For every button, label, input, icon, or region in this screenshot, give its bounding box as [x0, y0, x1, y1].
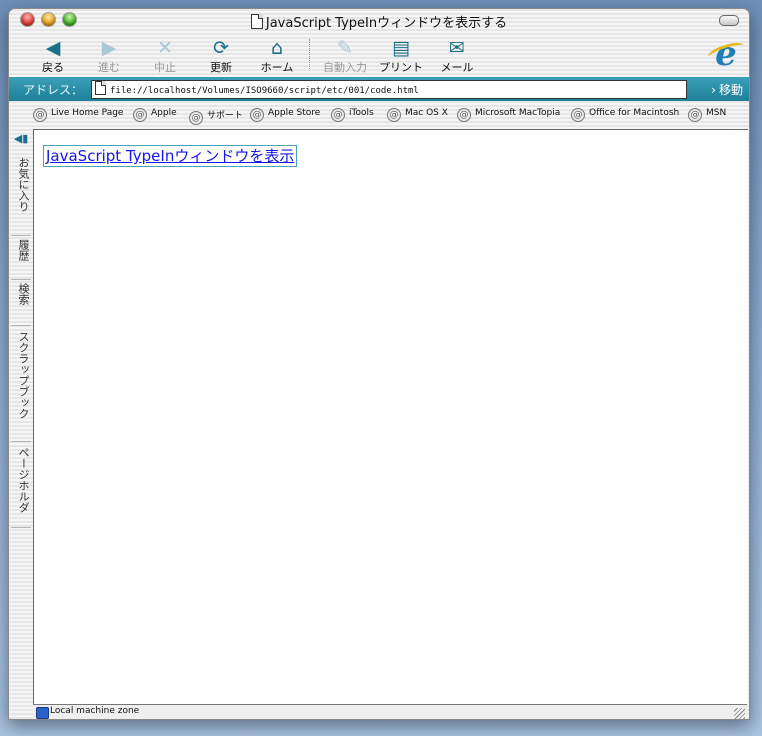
toolbar-separator [309, 39, 310, 69]
at-icon: @ [250, 108, 264, 122]
chevron-right-icon: › [711, 83, 716, 97]
explorer-sidebar: ◀▮ お気に入り 履歴 検索 スクラップブック ページホルダ [9, 129, 33, 703]
browser-window: JavaScript TypeInウィンドウを表示する ◀ 戻る ▶ 進む ✕ … [8, 8, 750, 720]
resize-grip[interactable] [734, 708, 745, 719]
favorite-mac-os-x[interactable]: @ Mac OS X [387, 108, 448, 122]
at-icon: @ [331, 108, 345, 122]
forward-button[interactable]: ▶ 進む [83, 37, 135, 75]
refresh-icon: ⟳ [213, 37, 229, 59]
internet-explorer-logo-icon: e [709, 37, 743, 73]
address-input[interactable]: file://localhost/Volumes/ISO9660/script/… [91, 80, 687, 99]
at-icon: @ [571, 108, 585, 122]
title-bar[interactable]: JavaScript TypeInウィンドウを表示する [9, 9, 749, 33]
document-icon [250, 14, 263, 29]
go-button-label: 移動 [718, 83, 743, 97]
autofill-button[interactable]: ✎ 自動入力 [319, 37, 371, 75]
mail-button[interactable]: ✉ メール [431, 37, 483, 75]
favorite-office-for-macintosh[interactable]: @ Office for Macintosh [571, 108, 679, 122]
home-icon: ⌂ [270, 37, 284, 59]
toolbar-toggle-button[interactable] [719, 15, 739, 26]
address-bar: アドレス： file://localhost/Volumes/ISO9660/s… [9, 77, 749, 101]
at-icon: @ [133, 108, 147, 122]
zone-icon [36, 707, 49, 719]
favorite-support[interactable]: @ サポート [189, 108, 243, 125]
show-typein-window-link[interactable]: JavaScript TypeInウィンドウを表示 [43, 145, 298, 167]
at-icon: @ [688, 108, 702, 122]
favorite-live-home-page[interactable]: @ Live Home Page [33, 108, 123, 122]
go-button[interactable]: › 移動 [711, 81, 743, 98]
at-icon: @ [457, 108, 471, 122]
sidebar-tab-page-holder[interactable]: ページホルダ [11, 443, 31, 528]
forward-arrow-icon: ▶ [101, 37, 117, 59]
toolbar: ◀ 戻る ▶ 進む ✕ 中止 ⟳ 更新 ⌂ ホーム ✎ 自動入力 ▤ プリント … [9, 35, 749, 75]
address-url: file://localhost/Volumes/ISO9660/script/… [110, 86, 419, 96]
address-label: アドレス： [23, 83, 84, 97]
window-title-area: JavaScript TypeInウィンドウを表示する [9, 12, 749, 31]
sidebar-tab-scrapbook[interactable]: スクラップブック [11, 327, 31, 442]
sidebar-tab-favorites[interactable]: お気に入り [11, 153, 31, 236]
print-button-label: プリント [379, 61, 423, 74]
stop-button[interactable]: ✕ 中止 [139, 37, 191, 75]
page-file-icon [95, 81, 106, 95]
refresh-button-label: 更新 [210, 61, 232, 74]
stop-button-label: 中止 [154, 61, 176, 74]
status-bar: Local machine zone [33, 704, 747, 719]
mail-button-label: メール [440, 61, 474, 74]
home-button-label: ホーム [260, 61, 294, 74]
refresh-button[interactable]: ⟳ 更新 [195, 37, 247, 75]
favorite-apple[interactable]: @ Apple [133, 108, 177, 122]
home-button[interactable]: ⌂ ホーム [251, 37, 303, 75]
print-button[interactable]: ▤ プリント [375, 37, 427, 75]
favorite-itools[interactable]: @ iTools [331, 108, 374, 122]
printer-icon: ▤ [392, 37, 410, 59]
favorite-microsoft-mactopia[interactable]: @ Microsoft MacTopia [457, 108, 560, 122]
at-icon: @ [387, 108, 401, 122]
favorites-bar: @ Live Home Page @ Apple @ サポート @ Apple Stor… [9, 104, 749, 126]
autofill-button-label: 自動入力 [323, 61, 367, 74]
favorite-msn[interactable]: @ MSN [688, 108, 726, 122]
page-content: JavaScript TypeInウィンドウを表示 [33, 129, 748, 704]
stop-icon: ✕ [157, 37, 173, 59]
at-icon: @ [33, 108, 47, 122]
window-title: JavaScript TypeInウィンドウを表示する [265, 16, 508, 31]
autofill-icon: ✎ [337, 37, 353, 59]
status-zone-text: Local machine zone [50, 706, 140, 716]
sidebar-tab-search[interactable]: 検索 [11, 279, 31, 326]
back-arrow-icon: ◀ [45, 37, 61, 59]
sidebar-tab-history[interactable]: 履歴 [11, 235, 31, 280]
back-button[interactable]: ◀ 戻る [27, 37, 79, 75]
at-icon: @ [189, 111, 203, 125]
favorite-apple-store[interactable]: @ Apple Store [250, 108, 320, 122]
sidebar-collapse-icon[interactable]: ◀▮ [13, 132, 29, 146]
forward-button-label: 進む [98, 61, 120, 74]
mail-icon: ✉ [449, 37, 465, 59]
back-button-label: 戻る [42, 61, 64, 74]
